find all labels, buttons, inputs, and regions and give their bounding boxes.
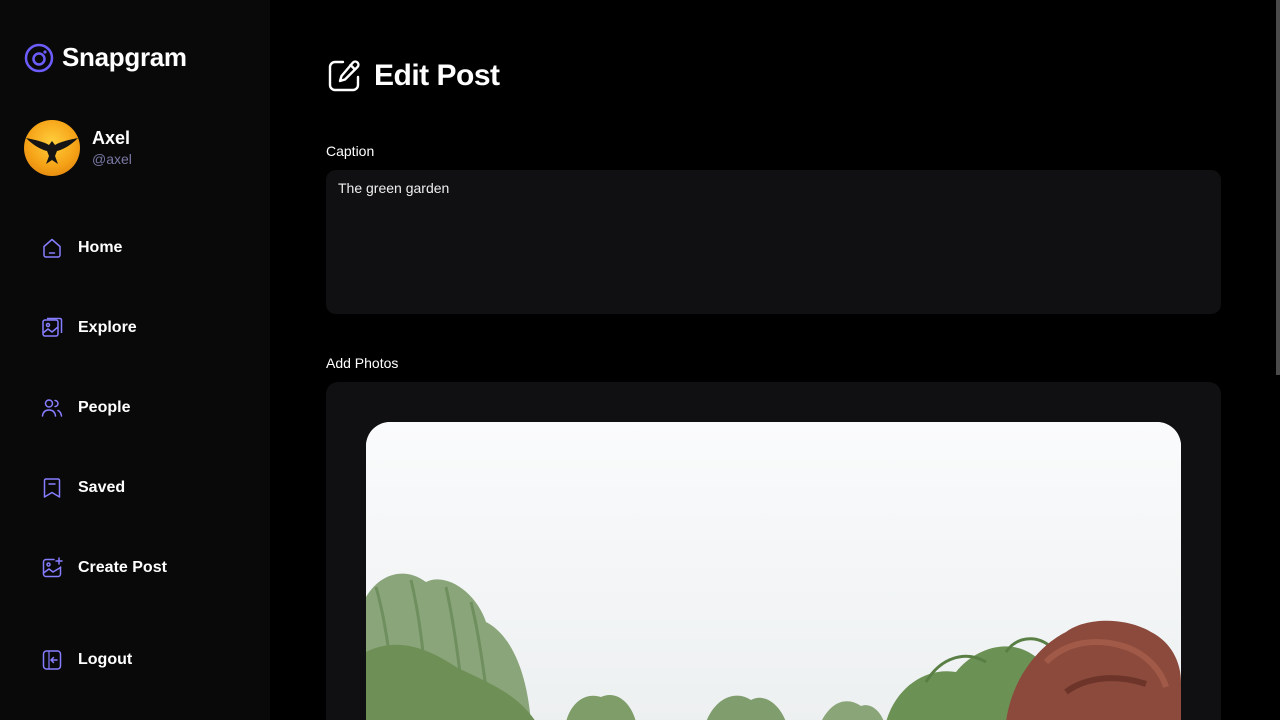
caption-input[interactable]: The green garden xyxy=(326,170,1221,314)
profile-name: Axel xyxy=(92,128,131,148)
add-photos-label: Add Photos xyxy=(326,355,399,371)
nav-label-people: People xyxy=(78,399,131,416)
page-header: Edit Post xyxy=(326,58,500,94)
post-photo xyxy=(366,422,1181,720)
logout-label: Logout xyxy=(78,651,133,668)
nav-item-create-post[interactable]: Create Post xyxy=(24,528,246,608)
create-post-icon xyxy=(40,556,64,580)
photo-dropzone[interactable] xyxy=(326,382,1221,720)
app-name: Snapgram xyxy=(62,42,187,72)
logout-icon xyxy=(40,648,64,672)
profile-card[interactable]: Axel @axel xyxy=(24,120,132,176)
nav-item-saved[interactable]: Saved xyxy=(24,448,246,528)
nav-item-explore[interactable]: Explore xyxy=(24,288,246,368)
sidebar: Snapgram Axel @axel Home Explore People … xyxy=(0,0,270,720)
bird-silhouette-icon xyxy=(26,138,78,164)
nav-item-home[interactable]: Home xyxy=(24,208,246,288)
nav-label-home: Home xyxy=(78,239,123,256)
edit-icon xyxy=(326,58,362,94)
explore-icon xyxy=(40,316,64,340)
bookmark-icon xyxy=(40,476,64,500)
nav-label-create-post: Create Post xyxy=(78,559,167,576)
page-title: Edit Post xyxy=(374,59,500,92)
nav-label-explore: Explore xyxy=(78,319,137,336)
profile-handle: @axel xyxy=(92,151,132,167)
app-logo[interactable]: Snapgram xyxy=(24,42,187,73)
logo-icon xyxy=(24,43,54,73)
logout-button[interactable]: Logout xyxy=(24,620,246,700)
page-scrollbar[interactable] xyxy=(1276,0,1280,375)
nav-item-people[interactable]: People xyxy=(24,368,246,448)
main-content: Edit Post Caption The green garden Add P… xyxy=(270,0,1280,720)
people-icon xyxy=(40,396,64,420)
nav-label-saved: Saved xyxy=(78,479,126,496)
avatar xyxy=(24,120,80,176)
caption-label: Caption xyxy=(326,143,375,159)
home-icon xyxy=(40,236,64,260)
